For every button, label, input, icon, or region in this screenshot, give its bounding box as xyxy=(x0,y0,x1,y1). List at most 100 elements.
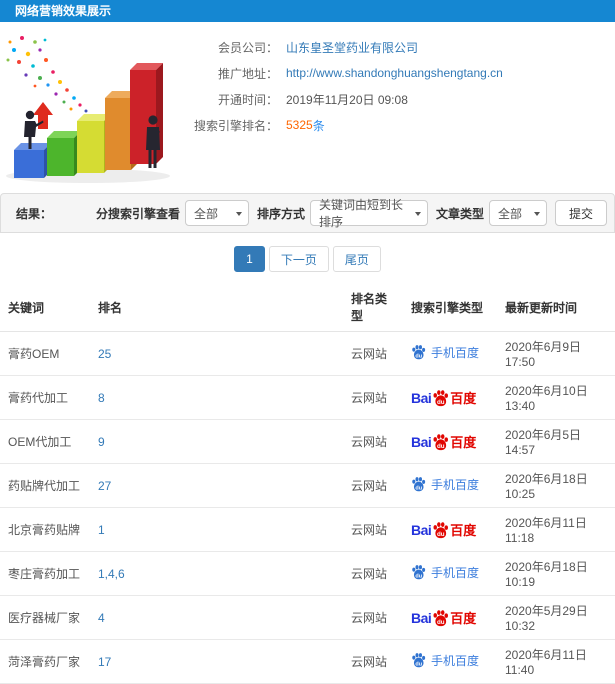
rank-cell: 25 xyxy=(90,331,343,376)
updated-cell: 2020年6月18日 10:19 xyxy=(497,551,615,596)
engine-cell: Bai百度 手机百度 xyxy=(403,375,497,420)
keyword-cell: 膏药代加工 xyxy=(0,375,90,420)
table-header-row: 关键词 排名 排名类型 搜索引擎类型 最新更新时间 xyxy=(0,283,615,332)
baidu-logo: Bai 百度 xyxy=(411,521,477,539)
article-type-select[interactable]: 全部 xyxy=(488,200,547,226)
header-rank-type: 排名类型 xyxy=(343,283,403,332)
rank-link[interactable]: 4 xyxy=(98,611,105,625)
keyword-cell: 药贴牌代加工 xyxy=(0,463,90,508)
confetti-dots xyxy=(6,36,88,113)
chevron-down-icon xyxy=(235,212,242,216)
engine-rank-unit-link[interactable]: 条 xyxy=(313,117,325,134)
rank-type-cell: 云网站 xyxy=(343,595,403,640)
page-title: 网络营销效果展示 xyxy=(0,0,615,22)
table-row: 膏药OEM 25 云网站 Bai百度 手机百度 2020年6月9日 17:50 xyxy=(0,331,615,376)
promo-url-label: 推广地址： xyxy=(217,66,278,81)
last-page-button[interactable]: 尾页 xyxy=(332,246,381,272)
header-keyword: 关键词 xyxy=(0,283,90,332)
table-row: 药贴牌代加工 27 云网站 Bai百度 手机百度 2020年6月18日 10:2… xyxy=(0,463,615,508)
baidu-logo: Bai 百度 xyxy=(411,433,477,451)
keyword-cell: 北京膏药贴牌 xyxy=(0,507,90,552)
baidu-paw-icon xyxy=(432,609,449,627)
mobile-baidu-logo: 手机百度 xyxy=(411,476,479,493)
engine-filter-select[interactable]: 全部 xyxy=(184,200,249,226)
chevron-down-icon xyxy=(533,212,540,216)
engine-filter-label: 分搜索引擎查看 xyxy=(95,206,180,221)
company-link[interactable]: 山东皇圣堂药业有限公司 xyxy=(286,39,418,56)
article-type-value: 全部 xyxy=(497,206,522,221)
keyword-cell: 枣庄膏药加工 xyxy=(0,551,90,596)
keyword-cell: 菏泽膏药厂家 xyxy=(0,639,90,684)
updated-cell: 2020年5月29日 10:32 xyxy=(497,595,615,640)
rank-type-cell: 云网站 xyxy=(343,639,403,684)
rank-cell: 17 xyxy=(90,639,343,684)
baidu-logo: Bai 百度 xyxy=(411,389,477,407)
rank-link[interactable]: 1 xyxy=(98,523,105,537)
company-row: 会员公司： 山东皇圣堂药业有限公司 xyxy=(190,39,503,56)
keyword-cell: OEM代加工 xyxy=(0,419,90,464)
promo-url-link[interactable]: http://www.shandonghuangshengtang.cn xyxy=(286,66,503,80)
rank-link[interactable]: 17 xyxy=(98,655,111,669)
sort-filter-value: 关键词由短到长排序 xyxy=(318,198,403,229)
table-row: 菏泽膏药厂家 17 云网站 Bai百度 手机百度 2020年6月11日 11:4… xyxy=(0,639,615,684)
rank-link[interactable]: 9 xyxy=(98,435,105,449)
pagination: 1 下一页 尾页 xyxy=(0,246,615,272)
sort-filter-select[interactable]: 关键词由短到长排序 xyxy=(309,198,428,229)
rank-cell: 4 xyxy=(90,595,343,640)
result-label: 结果： xyxy=(16,206,53,221)
rank-type-cell: 云网站 xyxy=(343,375,403,420)
updated-cell: 2020年6月9日 17:50 xyxy=(497,331,615,376)
rank-type-cell: 云网站 xyxy=(343,463,403,508)
updated-cell: 2020年6月10日 13:40 xyxy=(497,375,615,420)
keyword-rank-table: 关键词 排名 排名类型 搜索引擎类型 最新更新时间 膏药OEM 25 云网站 B… xyxy=(0,283,615,684)
engine-cell: Bai百度 手机百度 xyxy=(403,331,497,376)
rank-cell: 9 xyxy=(90,419,343,464)
submit-button[interactable]: 提交 xyxy=(554,200,607,226)
engine-rank-count: 5325 xyxy=(286,118,313,132)
engine-cell: Bai百度 手机百度 xyxy=(403,507,497,552)
mobile-baidu-paw-icon xyxy=(411,476,426,492)
mobile-baidu-paw-icon xyxy=(411,652,426,668)
rank-type-cell: 云网站 xyxy=(343,551,403,596)
company-label: 会员公司： xyxy=(217,40,278,55)
updated-cell: 2020年6月11日 11:18 xyxy=(497,507,615,552)
chevron-down-icon xyxy=(414,212,421,216)
member-info-fields: 会员公司： 山东皇圣堂药业有限公司 推广地址： http://www.shand… xyxy=(190,28,503,190)
updated-cell: 2020年6月18日 10:25 xyxy=(497,463,615,508)
next-page-button[interactable]: 下一页 xyxy=(268,246,329,272)
engine-rank-row: 搜索引擎排名： 5325 条 xyxy=(190,117,503,134)
rank-link[interactable]: 8 xyxy=(98,391,105,405)
baidu-paw-icon xyxy=(432,389,449,407)
open-time-row: 开通时间： 2019年11月20日 09:08 xyxy=(190,92,503,107)
table-row: 北京膏药贴牌 1 云网站 Bai百度 手机百度 2020年6月11日 11:18 xyxy=(0,507,615,552)
engine-cell: Bai百度 手机百度 xyxy=(403,551,497,596)
rank-link[interactable]: 27 xyxy=(98,479,111,493)
engine-rank-label: 搜索引擎排名： xyxy=(193,118,278,133)
filter-controls: 分搜索引擎查看 全部 排序方式 关键词由短到长排序 文章类型 全部 提交 xyxy=(88,198,607,229)
table-row: OEM代加工 9 云网站 Bai百度 手机百度 2020年6月5日 14:57 xyxy=(0,419,615,464)
engine-cell: Bai百度 手机百度 xyxy=(403,639,497,684)
engine-cell: Bai百度 手机百度 xyxy=(403,463,497,508)
rank-type-cell: 云网站 xyxy=(343,419,403,464)
mobile-baidu-logo: 手机百度 xyxy=(411,564,479,581)
bar-blue xyxy=(14,143,51,178)
table-row: 膏药代加工 8 云网站 Bai百度 手机百度 2020年6月10日 13:40 xyxy=(0,375,615,420)
mobile-baidu-paw-icon xyxy=(411,564,426,580)
engine-cell: Bai百度 手机百度 xyxy=(403,419,497,464)
engine-cell: Bai百度 手机百度 xyxy=(403,595,497,640)
updated-cell: 2020年6月11日 11:40 xyxy=(497,639,615,684)
table-row: 医疗器械厂家 4 云网站 Bai百度 手机百度 2020年5月29日 10:32 xyxy=(0,595,615,640)
baidu-paw-icon xyxy=(432,521,449,539)
rank-link[interactable]: 1,4,6 xyxy=(98,567,125,581)
mobile-baidu-paw-icon xyxy=(411,344,426,360)
member-info-section: 会员公司： 山东皇圣堂药业有限公司 推广地址： http://www.shand… xyxy=(0,22,615,190)
rank-type-cell: 云网站 xyxy=(343,331,403,376)
table-row: 枣庄膏药加工 1,4,6 云网站 Bai百度 手机百度 2020年6月18日 1… xyxy=(0,551,615,596)
page-1-button[interactable]: 1 xyxy=(234,246,265,272)
header-rank: 排名 xyxy=(90,283,343,332)
sort-filter-label: 排序方式 xyxy=(256,206,305,221)
rank-link[interactable]: 25 xyxy=(98,347,111,361)
keyword-cell: 医疗器械厂家 xyxy=(0,595,90,640)
mobile-baidu-logo: 手机百度 xyxy=(411,344,479,361)
header-updated: 最新更新时间 xyxy=(497,283,615,332)
